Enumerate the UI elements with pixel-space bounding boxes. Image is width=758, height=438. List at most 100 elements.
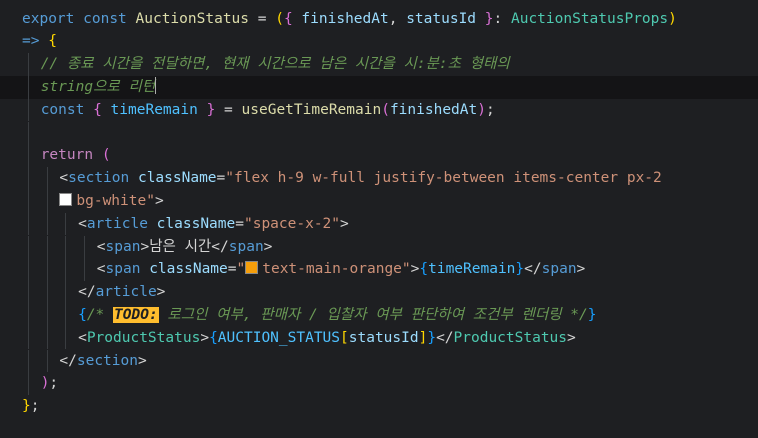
code-token: > xyxy=(567,329,576,346)
code-token: { xyxy=(93,101,102,118)
code-token: timeRemain xyxy=(110,101,198,118)
indent-guide xyxy=(65,258,67,282)
code-token: span xyxy=(228,238,264,255)
code-token: export xyxy=(22,10,75,27)
code-text: }; xyxy=(22,395,39,418)
indent-guide xyxy=(28,258,29,282)
indent-guide xyxy=(65,235,67,259)
code-editor[interactable]: export const AuctionStatus = ( { finished… xyxy=(0,0,758,438)
code-line[interactable]: ); xyxy=(0,372,758,396)
code-token: ( xyxy=(275,10,284,27)
code-token: > xyxy=(156,284,166,301)
code-token: < xyxy=(59,170,69,187)
code-line[interactable]: <span className=" text-main-orange">{time… xyxy=(0,258,758,282)
code-line[interactable]: bg-white"> xyxy=(0,189,758,213)
code-text: return ( xyxy=(41,144,111,167)
code-token: </ xyxy=(211,238,229,255)
code-token: AuctionStatus xyxy=(135,10,250,27)
code-token: > xyxy=(140,238,150,255)
code-text: {/* TODO: 로그인 여부, 판매자 / 입찰자 여부 판단하여 조건부 … xyxy=(78,304,596,327)
code-token: > xyxy=(576,261,586,278)
code-line[interactable] xyxy=(0,121,758,145)
code-line[interactable]: => { xyxy=(0,30,758,53)
code-token: < xyxy=(78,215,87,232)
indent-guide xyxy=(46,189,48,213)
code-line[interactable]: export const AuctionStatus = ({ finished… xyxy=(0,8,758,31)
code-token: { xyxy=(419,261,429,278)
code-text: string으로 리턴 xyxy=(40,76,157,99)
code-line[interactable]: const { timeRemain } = useGetTimeRemain(… xyxy=(0,98,758,122)
code-text: bg-white"> xyxy=(59,190,164,213)
code-token: ( xyxy=(101,147,111,164)
code-line[interactable]: </article> xyxy=(0,281,758,304)
indent-guide xyxy=(28,98,29,122)
code-token: </ xyxy=(436,329,454,346)
code-token: span xyxy=(541,261,577,278)
code-token: , xyxy=(388,10,407,27)
indent-guide xyxy=(28,303,29,327)
indent-guide xyxy=(46,349,48,373)
code-token: => xyxy=(22,33,40,50)
indent-guide xyxy=(65,303,67,327)
code-token: "space-x-2" xyxy=(243,215,341,232)
code-text: => { xyxy=(22,30,57,53)
code-token: statusId xyxy=(348,329,419,346)
code-line[interactable]: return ( xyxy=(0,144,758,168)
indent-guide xyxy=(28,212,29,236)
code-token: { xyxy=(48,33,57,50)
indent-guide xyxy=(28,235,29,259)
color-swatch-orange[interactable] xyxy=(245,261,259,275)
code-token: ProductStatus xyxy=(453,329,568,346)
indent-guide xyxy=(28,167,29,190)
code-line[interactable]: <ProductStatus>{AUCTION_STATUS[statusId]… xyxy=(0,326,758,350)
code-line[interactable]: <section className="flex h-9 w-full just… xyxy=(0,167,758,190)
indent-guide xyxy=(28,281,29,304)
code-line[interactable]: }; xyxy=(0,395,758,418)
indent-guide xyxy=(46,167,48,190)
code-line[interactable]: <article className="space-x-2"> xyxy=(0,212,758,236)
code-token: useGetTimeRemain xyxy=(241,101,382,118)
code-token: } xyxy=(587,306,597,323)
code-token: string으로 리턴 xyxy=(40,78,156,95)
code-token: < xyxy=(96,238,106,255)
indent-guide xyxy=(28,189,29,213)
color-swatch-white[interactable] xyxy=(59,192,73,206)
code-token: finishedAt xyxy=(389,101,478,118)
indent-guide xyxy=(28,75,29,99)
code-token: section xyxy=(68,170,130,187)
code-token: text-main-orange" xyxy=(262,261,411,278)
code-token: </ xyxy=(78,284,96,301)
code-line[interactable]: // 종료 시간을 전달하면, 현재 시간으로 남은 시간을 시:분:초 형태의 xyxy=(0,53,758,76)
code-token: = xyxy=(215,101,242,118)
code-token: : xyxy=(493,10,511,27)
code-token: "flex h-9 w-full justify-between items-c… xyxy=(225,170,662,187)
indent-guide xyxy=(28,349,29,373)
code-token: /* xyxy=(86,306,114,323)
indent-guide xyxy=(46,212,48,236)
code-token: const xyxy=(40,101,85,118)
code-text: <ProductStatus>{AUCTION_STATUS[statusId]… xyxy=(78,327,576,350)
code-line[interactable]: </section> xyxy=(0,349,758,373)
code-token: { xyxy=(78,306,87,323)
text-cursor xyxy=(155,76,157,94)
code-line[interactable]: <span>남은 시간</span> xyxy=(0,235,758,259)
code-token: AuctionStatusProps xyxy=(510,10,669,27)
indent-guide xyxy=(65,281,67,304)
code-token: = xyxy=(235,215,244,232)
indent-guide xyxy=(46,281,48,304)
code-line[interactable]: string으로 리턴 xyxy=(0,75,758,99)
code-token: ) xyxy=(477,101,486,118)
code-token: > xyxy=(263,238,273,255)
code-token: className xyxy=(156,215,236,232)
code-text: <section className="flex h-9 w-full just… xyxy=(59,167,661,190)
code-line[interactable]: {/* TODO: 로그인 여부, 판매자 / 입찰자 여부 판단하여 조건부 … xyxy=(0,303,758,327)
code-token: </ xyxy=(524,261,542,278)
code-token: = xyxy=(216,170,226,187)
